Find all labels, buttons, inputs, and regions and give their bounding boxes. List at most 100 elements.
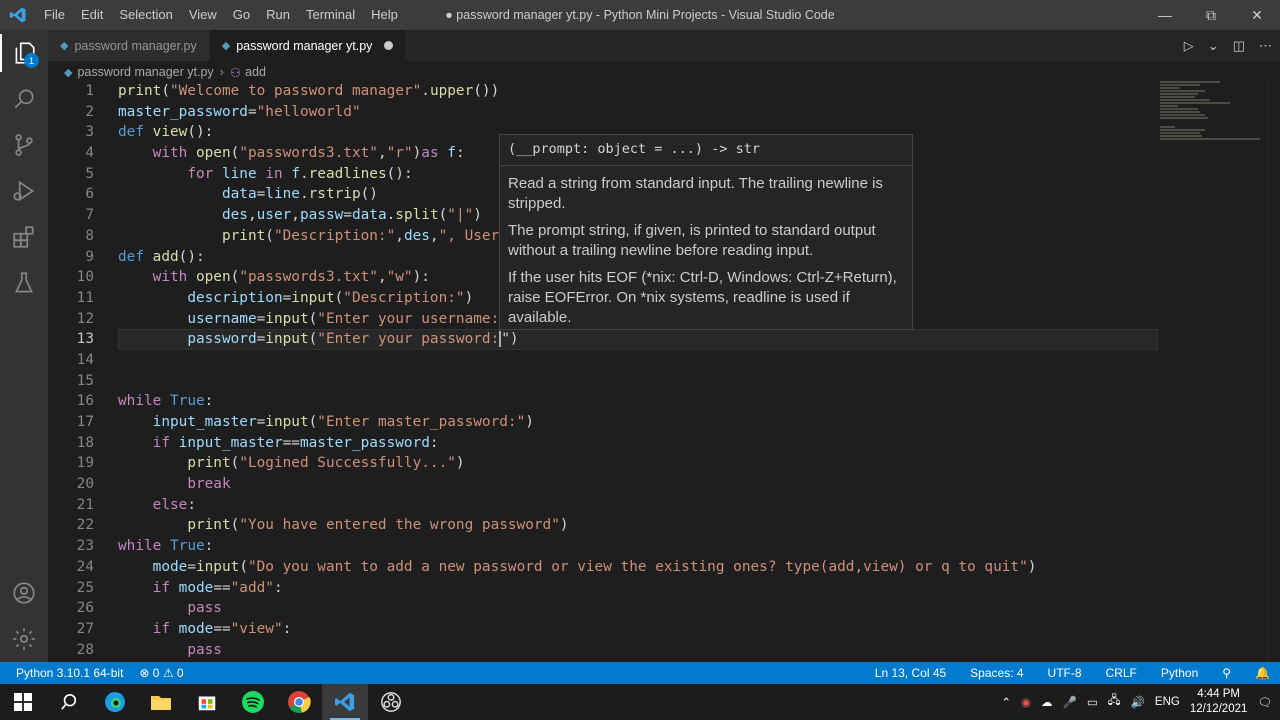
tab-label: password manager yt.py	[236, 38, 373, 53]
language-mode[interactable]: Python	[1161, 666, 1198, 680]
code-line: 27 if mode=="view":	[76, 620, 292, 637]
microsoft-store-icon[interactable]	[184, 684, 230, 720]
file-explorer-icon[interactable]	[138, 684, 184, 720]
code-line: 19 print("Logined Successfully...")	[76, 455, 465, 472]
onedrive-cloud-icon[interactable]: ☁	[1041, 695, 1053, 709]
system-tray: ⌃ ◉ ☁ 🎤 ▭ 🖧 🔊 ENG 4:44 PM 12/12/2021 🗨	[1001, 684, 1280, 720]
minimize-icon[interactable]: —	[1142, 0, 1188, 30]
testing-icon[interactable]	[0, 260, 48, 306]
editor-tabs: ◆ password manager.py ◆ password manager…	[48, 30, 1280, 61]
extensions-icon[interactable]	[0, 214, 48, 260]
menu-bar: File Edit Selection View Go Run Terminal…	[36, 0, 406, 30]
settings-gear-icon[interactable]	[0, 616, 48, 662]
tab-password-manager[interactable]: ◆ password manager.py	[48, 30, 210, 61]
unsaved-dot-icon[interactable]	[384, 41, 394, 50]
code-line: 26 pass	[76, 600, 222, 617]
spotify-icon[interactable]	[230, 684, 276, 720]
cursor-position[interactable]: Ln 13, Col 45	[875, 666, 946, 680]
search-icon[interactable]	[46, 684, 92, 720]
code-line: 28 pass	[76, 641, 222, 658]
chevron-right-icon: ›	[219, 65, 224, 79]
menu-selection[interactable]: Selection	[111, 0, 180, 30]
python-file-icon: ◆	[60, 40, 69, 52]
notification-center-icon[interactable]: 🗨	[1257, 695, 1272, 709]
minimap[interactable]	[1160, 81, 1268, 151]
language-indicator[interactable]: ENG	[1155, 696, 1180, 708]
code-line: 21 else:	[76, 496, 196, 513]
more-actions-icon[interactable]: ⋯	[1259, 38, 1272, 54]
breadcrumb: ◆ password manager yt.py › ⚇ add	[48, 61, 1280, 83]
menu-view[interactable]: View	[181, 0, 225, 30]
windows-start-icon[interactable]	[0, 684, 46, 720]
editor-actions: ▷ ⌄ ◫ ⋯	[1184, 30, 1272, 61]
code-line: 14	[76, 351, 94, 368]
source-control-icon[interactable]	[0, 122, 48, 168]
code-line: 15	[76, 372, 94, 389]
breadcrumb-file[interactable]: password manager yt.py	[77, 65, 213, 79]
menu-file[interactable]: File	[36, 0, 73, 30]
problems-indicator[interactable]: ⊗ 0 ⚠ 0	[139, 666, 183, 680]
chrome-icon[interactable]	[276, 684, 322, 720]
code-line: 20 break	[76, 476, 231, 493]
python-file-icon: ◆	[64, 66, 73, 79]
clock-date: 12/12/2021	[1189, 703, 1248, 715]
menu-help[interactable]: Help	[363, 0, 406, 30]
close-icon[interactable]: ✕	[1234, 0, 1280, 30]
code-line: 18 if input_master==master_password:	[76, 434, 439, 451]
activity-bar: 1	[0, 30, 48, 662]
hover-signature: (__prompt: object = ...) -> str	[500, 141, 912, 166]
code-line: 17 input_master=input("Enter master_pass…	[76, 414, 534, 430]
obs-recorder-icon[interactable]	[368, 684, 414, 720]
code-line: 23 while True:	[76, 538, 214, 555]
code-line-current: 13 password=input("Enter your password: "…	[48, 329, 1268, 350]
explorer-badge: 1	[24, 53, 39, 68]
tab-label: password manager.py	[74, 38, 197, 53]
tray-app-icon[interactable]: ◉	[1021, 695, 1031, 709]
search-icon[interactable]	[0, 76, 48, 122]
code-line: 2 master_password="helloworld"	[85, 103, 361, 120]
function-symbol-icon: ⚇	[229, 65, 242, 80]
run-dropdown-chevron-icon[interactable]: ⌄	[1208, 38, 1219, 54]
hover-paragraph: If the user hits EOF (*nix: Ctrl-D, Wind…	[508, 269, 897, 326]
code-line: 1 print("Welcome to password manager".upp…	[85, 83, 500, 99]
hover-paragraph: The prompt string, if given, is printed …	[508, 222, 876, 259]
code-line: 24 mode=input("Do you want to add a new …	[76, 558, 1037, 575]
menu-run[interactable]: Run	[258, 0, 298, 30]
windows-taskbar: ⌃ ◉ ☁ 🎤 ▭ 🖧 🔊 ENG 4:44 PM 12/12/2021 🗨	[0, 684, 1280, 720]
code-line: 22 print("You have entered the wrong pas…	[76, 517, 569, 534]
vscode-taskbar-icon[interactable]	[322, 684, 368, 720]
python-interpreter[interactable]: Python 3.10.1 64-bit	[16, 666, 123, 680]
maximize-icon[interactable]: ⧉	[1188, 0, 1234, 30]
volume-icon[interactable]: 🔊	[1131, 695, 1145, 709]
status-bar: Python 3.10.1 64-bit ⊗ 0 ⚠ 0 Ln 13, Col …	[0, 662, 1280, 684]
run-debug-icon[interactable]	[0, 168, 48, 214]
window-controls: — ⧉ ✕	[1142, 0, 1280, 30]
edge-browser-icon[interactable]	[92, 684, 138, 720]
microphone-icon[interactable]: 🎤	[1063, 695, 1077, 709]
encoding[interactable]: UTF-8	[1048, 666, 1082, 680]
menu-terminal[interactable]: Terminal	[298, 0, 363, 30]
vscode-logo-icon	[0, 0, 36, 30]
code-line: 25 if mode=="add":	[76, 579, 283, 596]
tab-password-manager-yt[interactable]: ◆ password manager yt.py	[209, 30, 407, 61]
split-editor-icon[interactable]: ◫	[1233, 38, 1245, 54]
network-icon[interactable]: 🖧	[1108, 693, 1121, 712]
hover-tooltip: (__prompt: object = ...) -> str Read a s…	[499, 134, 913, 330]
vertical-scrollbar[interactable]	[1268, 81, 1280, 662]
hover-paragraph: Read a string from standard input. The t…	[508, 175, 883, 212]
title-bar: File Edit Selection View Go Run Terminal…	[0, 0, 1280, 30]
clock-time: 4:44 PM	[1197, 688, 1241, 700]
line-ending[interactable]: CRLF	[1106, 666, 1137, 680]
menu-go[interactable]: Go	[225, 0, 258, 30]
explorer-icon[interactable]: 1	[0, 30, 48, 76]
notifications-bell-icon[interactable]: 🔔	[1255, 666, 1270, 680]
breadcrumb-symbol[interactable]: add	[245, 65, 266, 79]
indentation[interactable]: Spaces: 4	[970, 666, 1023, 680]
chevron-up-icon[interactable]: ⌃	[1001, 695, 1011, 709]
feedback-icon[interactable]: ⚲	[1222, 666, 1231, 680]
menu-edit[interactable]: Edit	[73, 0, 111, 30]
account-icon[interactable]	[0, 570, 48, 616]
clock[interactable]: 4:44 PM 12/12/2021	[1190, 687, 1248, 717]
run-file-icon[interactable]: ▷	[1184, 38, 1194, 54]
battery-icon[interactable]: ▭	[1087, 695, 1098, 709]
